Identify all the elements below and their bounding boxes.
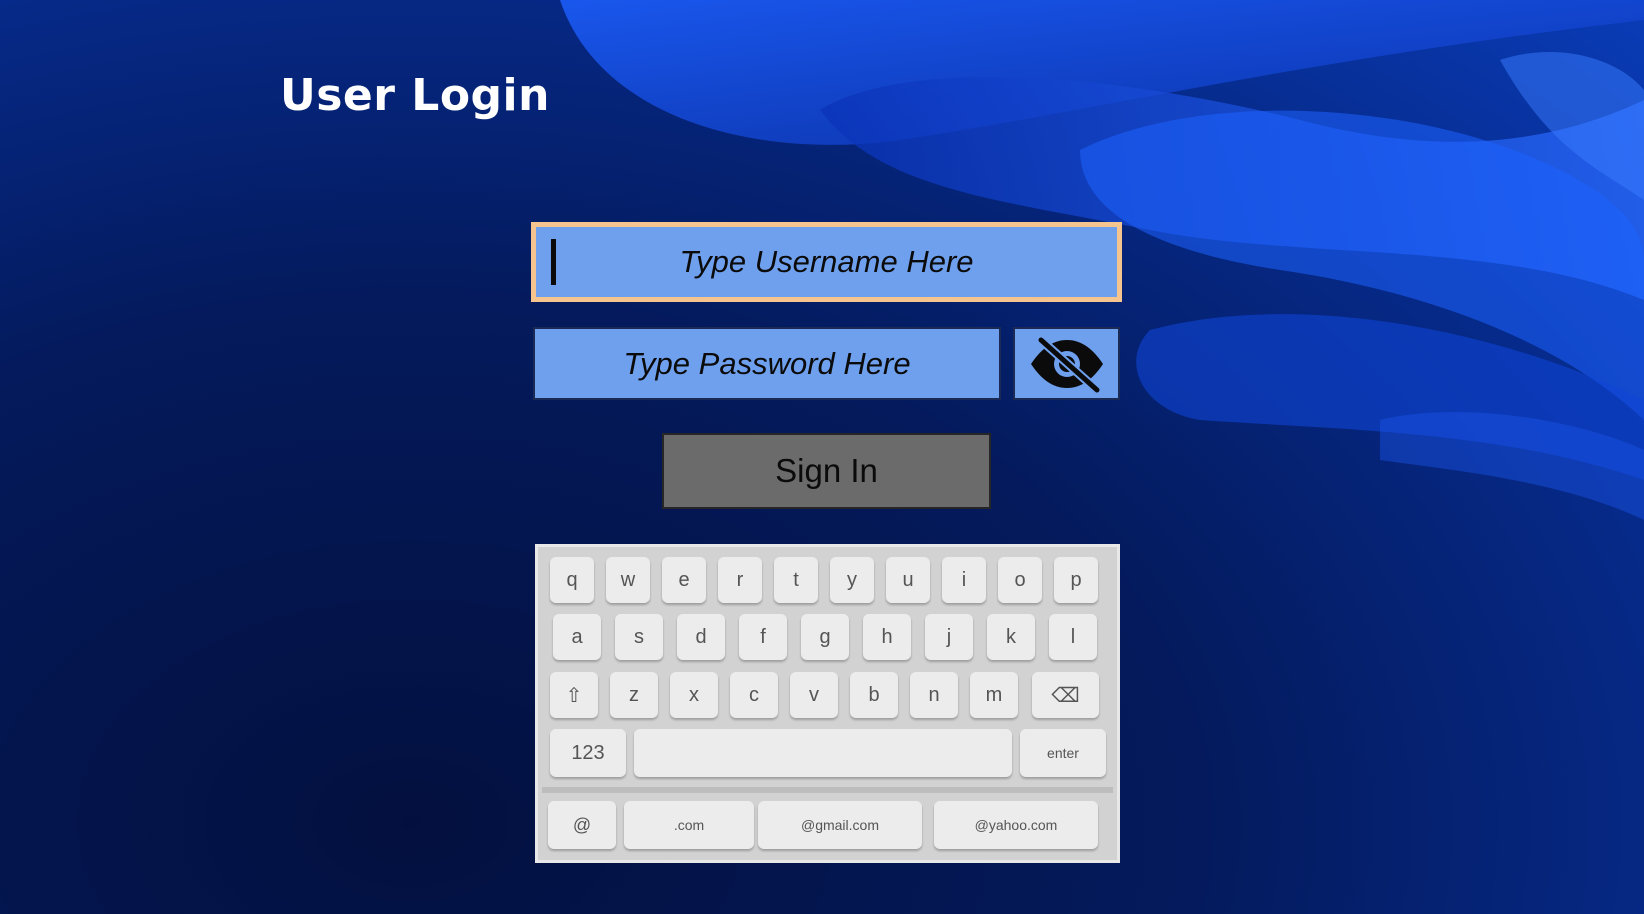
key-e[interactable]: e [662, 557, 706, 603]
page-title: User Login [280, 70, 550, 121]
toggle-password-visibility-button[interactable] [1013, 327, 1120, 400]
suggestion-dot-com[interactable]: .com [624, 801, 754, 849]
key-x[interactable]: x [670, 672, 718, 718]
key-g[interactable]: g [801, 614, 849, 660]
enter-key[interactable]: enter [1020, 729, 1106, 777]
username-placeholder: Type Username Here [679, 244, 974, 279]
text-caret [551, 239, 556, 285]
numbers-key[interactable]: 123 [550, 729, 626, 777]
key-w[interactable]: w [606, 557, 650, 603]
key-k[interactable]: k [987, 614, 1035, 660]
key-d[interactable]: d [677, 614, 725, 660]
key-h[interactable]: h [863, 614, 911, 660]
key-f[interactable]: f [739, 614, 787, 660]
key-t[interactable]: t [774, 557, 818, 603]
username-input[interactable]: Type Username Here [531, 222, 1122, 302]
key-o[interactable]: o [998, 557, 1042, 603]
key-l[interactable]: l [1049, 614, 1097, 660]
key-z[interactable]: z [610, 672, 658, 718]
key-a[interactable]: a [553, 614, 601, 660]
key-n[interactable]: n [910, 672, 958, 718]
eye-slash-icon [1030, 335, 1103, 394]
key-r[interactable]: r [718, 557, 762, 603]
key-j[interactable]: j [925, 614, 973, 660]
keyboard-divider [542, 787, 1113, 793]
key-m[interactable]: m [970, 672, 1018, 718]
key-q[interactable]: q [550, 557, 594, 603]
key-p[interactable]: p [1054, 557, 1098, 603]
space-key[interactable] [634, 729, 1012, 777]
key-b[interactable]: b [850, 672, 898, 718]
password-placeholder: Type Password Here [623, 345, 911, 381]
backspace-key[interactable]: ⌫ [1032, 672, 1099, 718]
suggestion-gmail[interactable]: @gmail.com [758, 801, 922, 849]
on-screen-keyboard: q w e r t y u i o p a s d f g h j k l ⇧ … [535, 544, 1120, 863]
key-u[interactable]: u [886, 557, 930, 603]
suggestion-at[interactable]: @ [548, 801, 616, 849]
key-v[interactable]: v [790, 672, 838, 718]
password-input[interactable]: Type Password Here [533, 327, 1001, 400]
key-y[interactable]: y [830, 557, 874, 603]
key-c[interactable]: c [730, 672, 778, 718]
key-i[interactable]: i [942, 557, 986, 603]
suggestion-yahoo[interactable]: @yahoo.com [934, 801, 1098, 849]
key-s[interactable]: s [615, 614, 663, 660]
shift-key[interactable]: ⇧ [550, 672, 598, 718]
sign-in-button[interactable]: Sign In [662, 433, 991, 509]
